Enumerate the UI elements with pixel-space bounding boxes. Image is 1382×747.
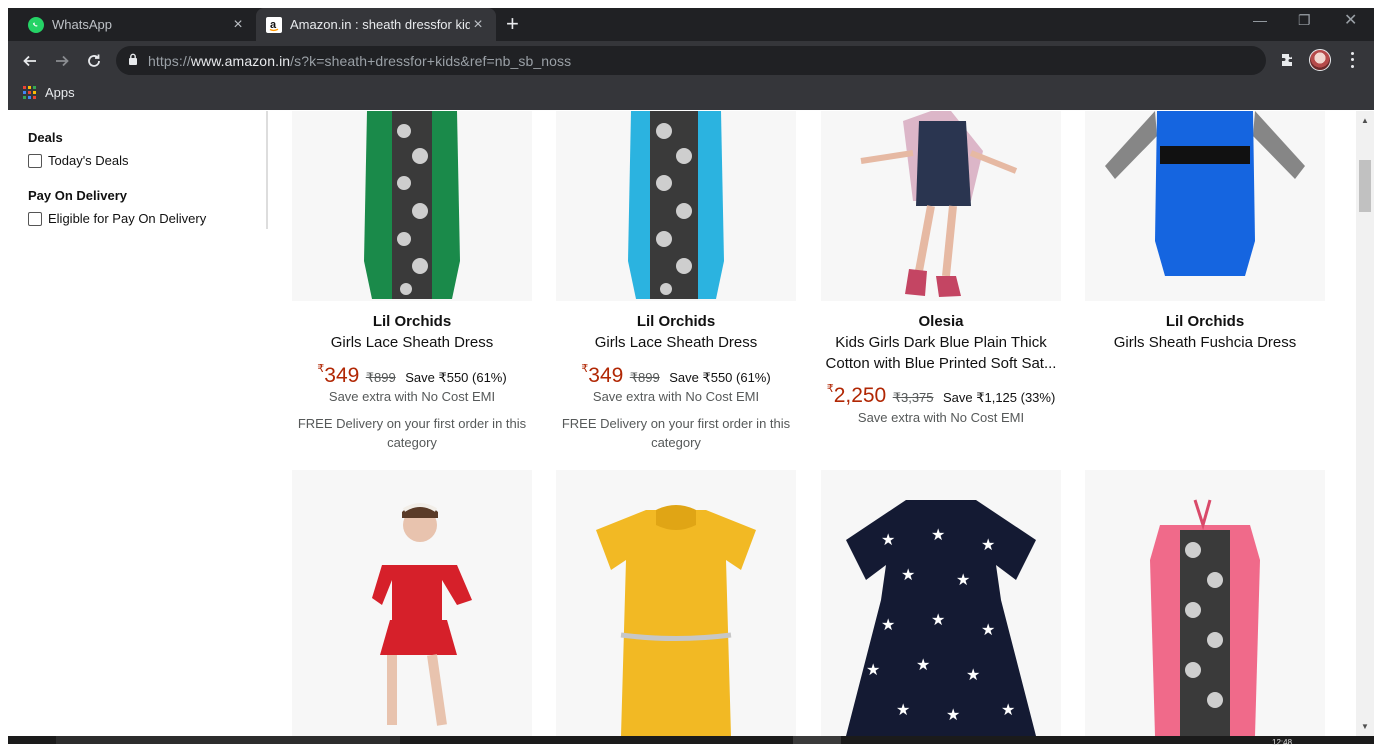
svg-text:★: ★: [931, 610, 945, 629]
list-price: ₹899: [629, 370, 660, 385]
product-brand: Lil Orchids: [372, 313, 452, 330]
new-tab-icon[interactable]: +: [506, 12, 519, 36]
svg-text:★: ★: [901, 565, 915, 584]
product-title-link[interactable]: Girls Lace Sheath Dress: [292, 332, 532, 353]
apps-bookmark[interactable]: Apps: [23, 84, 75, 100]
svg-text:a: a: [270, 19, 277, 31]
list-price: ₹3,375: [892, 390, 934, 405]
close-tab-icon[interactable]: ×: [230, 16, 246, 34]
svg-text:★: ★: [966, 665, 980, 684]
profile-avatar[interactable]: [1309, 49, 1331, 71]
pay-on-delivery-heading: Pay On Delivery: [28, 188, 127, 203]
product-title-link[interactable]: Girls Sheath Fushcia Dress: [1085, 332, 1325, 353]
svg-text:★: ★: [981, 620, 995, 639]
close-window-icon[interactable]: ✕: [1344, 10, 1357, 30]
todays-deals-filter[interactable]: Today's Deals: [28, 153, 129, 168]
product-price[interactable]: ₹2,250: [827, 383, 887, 407]
svg-text:★: ★: [956, 570, 970, 589]
price-row: ₹2,250 ₹3,375 Save ₹1,125 (33%): [821, 383, 1061, 408]
extensions-icon[interactable]: [1278, 50, 1298, 70]
emi-note: Save extra with No Cost EMI: [592, 389, 760, 404]
tab-whatsapp[interactable]: WhatsApp ×: [18, 8, 256, 41]
address-bar[interactable]: https://www.amazon.in/s?k=sheath+dressfo…: [116, 46, 1266, 75]
svg-text:★: ★: [1001, 700, 1015, 719]
product-image-7[interactable]: ★ ★ ★ ★ ★ ★ ★ ★ ★ ★ ★ ★ ★ ★: [821, 470, 1061, 736]
tab-amazon[interactable]: a Amazon.in : sheath dressfor kids ×: [256, 8, 496, 41]
svg-text:★: ★: [866, 660, 880, 679]
savings-text: Save ₹550 (61%): [669, 370, 771, 385]
product-title-link[interactable]: Girls Lace Sheath Dress: [556, 332, 796, 353]
product-brand: Lil Orchids: [1165, 313, 1245, 330]
emi-note: Save extra with No Cost EMI: [328, 389, 496, 404]
menu-icon[interactable]: [1346, 50, 1358, 70]
svg-text:★: ★: [981, 535, 995, 554]
url-text: https://www.amazon.in/s?k=sheath+dressfo…: [148, 52, 572, 69]
amazon-icon: a: [266, 16, 282, 33]
filter-label: Eligible for Pay On Delivery: [48, 211, 207, 226]
savings-text: Save ₹550 (61%): [405, 370, 507, 385]
svg-text:★: ★: [946, 705, 960, 724]
apps-label: Apps: [45, 84, 75, 100]
scrollbar-thumb[interactable]: [1359, 160, 1371, 212]
emi-note: Save extra with No Cost EMI: [857, 410, 1025, 425]
product-image-4[interactable]: [1085, 111, 1325, 301]
minimize-icon[interactable]: —: [1253, 12, 1267, 28]
product-image-3[interactable]: [821, 111, 1061, 301]
reload-icon[interactable]: [82, 49, 106, 73]
back-icon[interactable]: [18, 49, 42, 73]
apps-grid-icon: [23, 85, 36, 99]
lock-icon: [128, 52, 138, 70]
tab-title: Amazon.in : sheath dressfor kids: [290, 17, 470, 32]
whatsapp-icon: [28, 16, 44, 33]
filter-label: Today's Deals: [48, 153, 129, 168]
scroll-down-icon[interactable]: ▼: [1360, 722, 1370, 731]
product-image-6[interactable]: [556, 470, 796, 736]
svg-text:★: ★: [881, 530, 895, 549]
product-image-1[interactable]: [292, 111, 532, 301]
price-row: ₹349 ₹899 Save ₹550 (61%): [292, 363, 532, 388]
product-brand: Olesia: [918, 313, 964, 330]
product-image-2[interactable]: [556, 111, 796, 301]
taskbar-search[interactable]: [56, 736, 400, 744]
product-image-5[interactable]: [292, 470, 532, 736]
sidebar-divider: [266, 111, 268, 229]
tab-title: WhatsApp: [52, 17, 112, 32]
svg-text:★: ★: [916, 655, 930, 674]
taskbar-clock: 12:48: [1272, 738, 1293, 747]
deals-heading: Deals: [28, 130, 63, 145]
checkbox[interactable]: [28, 211, 42, 226]
restore-icon[interactable]: ❐: [1298, 12, 1311, 29]
delivery-note: FREE Delivery on your first order in thi…: [561, 416, 791, 450]
forward-icon[interactable]: [50, 49, 74, 73]
taskbar-app[interactable]: [793, 736, 841, 744]
delivery-note: FREE Delivery on your first order in thi…: [297, 416, 527, 450]
list-price: ₹899: [365, 370, 396, 385]
savings-text: Save ₹1,125 (33%): [942, 390, 1056, 405]
price-row: ₹349 ₹899 Save ₹550 (61%): [556, 363, 796, 388]
product-price[interactable]: ₹349: [581, 363, 623, 387]
product-image-8[interactable]: [1085, 470, 1325, 736]
svg-text:★: ★: [931, 525, 945, 544]
product-brand: Lil Orchids: [636, 313, 716, 330]
scroll-up-icon[interactable]: ▲: [1360, 116, 1370, 125]
close-tab-icon[interactable]: ×: [470, 16, 486, 34]
product-title-link[interactable]: Kids Girls Dark Blue Plain Thick Cotton …: [821, 332, 1061, 374]
product-price[interactable]: ₹349: [317, 363, 359, 387]
svg-text:★: ★: [896, 700, 910, 719]
pay-on-delivery-filter[interactable]: Eligible for Pay On Delivery: [28, 211, 206, 226]
bookmarks-bar: [8, 80, 1374, 110]
checkbox[interactable]: [28, 153, 42, 168]
svg-text:★: ★: [881, 615, 895, 634]
